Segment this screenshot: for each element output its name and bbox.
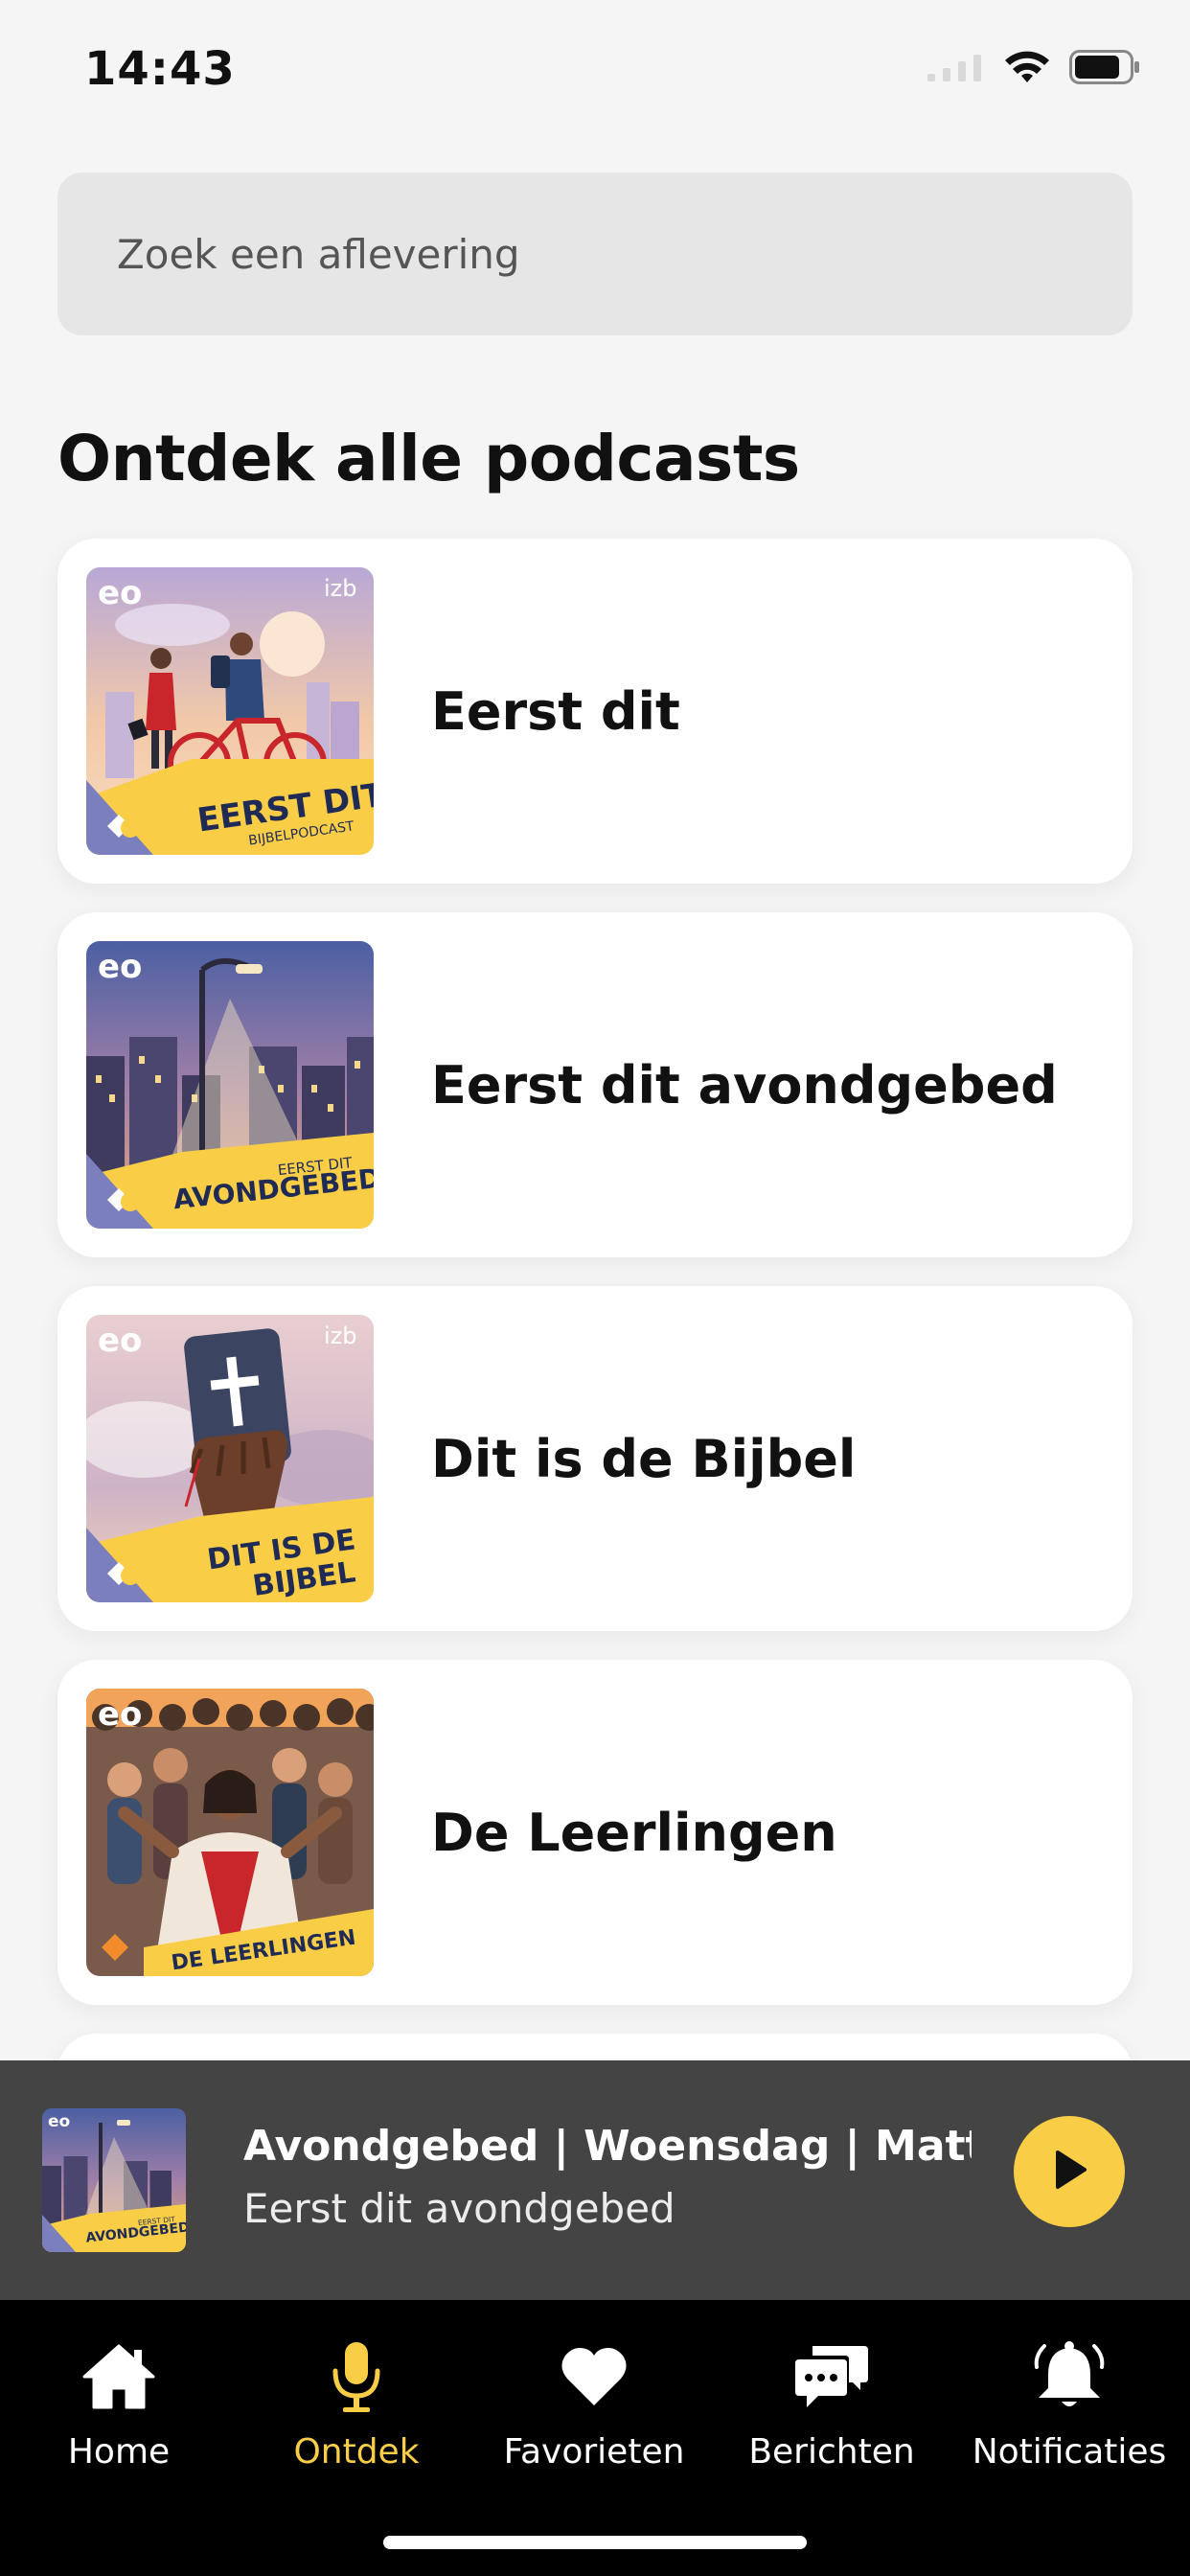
svg-text:eo: eo bbox=[98, 574, 142, 612]
now-playing-title: Avondgebed | Woensdag | Matte... bbox=[243, 2122, 972, 2171]
heart-icon bbox=[475, 2338, 713, 2415]
tab-label: Favorieten bbox=[503, 2432, 685, 2472]
search-bar[interactable] bbox=[57, 172, 1133, 335]
podcast-card-eerst-dit[interactable]: EERST DIT BIJBELPODCAST eo izb Eerst dit bbox=[57, 539, 1133, 884]
microphone-icon bbox=[238, 2338, 475, 2415]
svg-text:eo: eo bbox=[98, 1695, 142, 1734]
tab-label: Notificaties bbox=[972, 2432, 1167, 2472]
tab-label: Home bbox=[67, 2432, 171, 2472]
podcast-card-dit-is-de-bijbel[interactable]: DIT IS DE BIJBEL eo izb Dit is de Bijbel bbox=[57, 1286, 1133, 1631]
now-playing-subtitle: Eerst dit avondgebed bbox=[243, 2185, 675, 2232]
search-input[interactable] bbox=[115, 229, 1133, 279]
podcast-title: Eerst dit avondgebed bbox=[431, 1054, 1058, 1116]
home-indicator[interactable] bbox=[383, 2536, 807, 2549]
signal-icon bbox=[926, 53, 985, 81]
podcast-cover: DIT IS DE BIJBEL eo izb bbox=[86, 1315, 374, 1602]
mini-player[interactable]: EERST DIT AVONDGEBED eo Avondgebed | Woe… bbox=[0, 2060, 1190, 2300]
tab-notificaties[interactable]: Notificaties bbox=[950, 2338, 1188, 2482]
tab-label: Berichten bbox=[748, 2432, 915, 2472]
now-playing-cover: EERST DIT AVONDGEBED eo bbox=[42, 2108, 186, 2252]
svg-text:izb: izb bbox=[324, 1322, 357, 1349]
svg-text:izb: izb bbox=[324, 575, 357, 602]
tab-bar: Home Ontdek Favorieten Berichten Notific… bbox=[0, 2300, 1190, 2576]
wifi-icon bbox=[1004, 50, 1050, 84]
tab-label: Ontdek bbox=[293, 2432, 420, 2472]
svg-text:eo: eo bbox=[98, 1322, 142, 1360]
podcast-title: Eerst dit bbox=[431, 680, 680, 742]
podcast-cover: EERST DIT BIJBELPODCAST eo izb bbox=[86, 567, 374, 855]
status-time: 14:43 bbox=[84, 42, 236, 96]
tab-favorieten[interactable]: Favorieten bbox=[475, 2338, 713, 2482]
section-title: Ontdek alle podcasts bbox=[57, 422, 800, 495]
bell-icon bbox=[950, 2338, 1188, 2415]
play-button[interactable] bbox=[1014, 2116, 1125, 2227]
podcast-cover: DE LEERLINGEN eo bbox=[86, 1689, 374, 1976]
status-icons bbox=[926, 50, 1140, 84]
tab-ontdek[interactable]: Ontdek bbox=[238, 2338, 475, 2482]
podcast-title: De Leerlingen bbox=[431, 1802, 837, 1863]
podcast-cover: EERST DIT AVONDGEBED eo bbox=[86, 941, 374, 1229]
svg-text:eo: eo bbox=[48, 2112, 70, 2131]
podcast-list: EERST DIT BIJBELPODCAST eo izb Eerst dit bbox=[57, 539, 1133, 2120]
battery-icon bbox=[1069, 50, 1140, 84]
home-icon bbox=[0, 2338, 238, 2415]
svg-text:eo: eo bbox=[98, 948, 142, 986]
tab-berichten[interactable]: Berichten bbox=[713, 2338, 950, 2482]
podcast-card-de-leerlingen[interactable]: DE LEERLINGEN eo De Leerlingen bbox=[57, 1660, 1133, 2005]
podcast-card-eerst-dit-avondgebed[interactable]: EERST DIT AVONDGEBED eo Eerst dit avondg… bbox=[57, 912, 1133, 1257]
podcast-title: Dit is de Bijbel bbox=[431, 1428, 857, 1489]
tab-home[interactable]: Home bbox=[0, 2338, 238, 2482]
play-icon bbox=[1050, 2149, 1088, 2195]
chat-bubbles-icon bbox=[713, 2338, 950, 2415]
status-bar: 14:43 bbox=[0, 0, 1190, 134]
